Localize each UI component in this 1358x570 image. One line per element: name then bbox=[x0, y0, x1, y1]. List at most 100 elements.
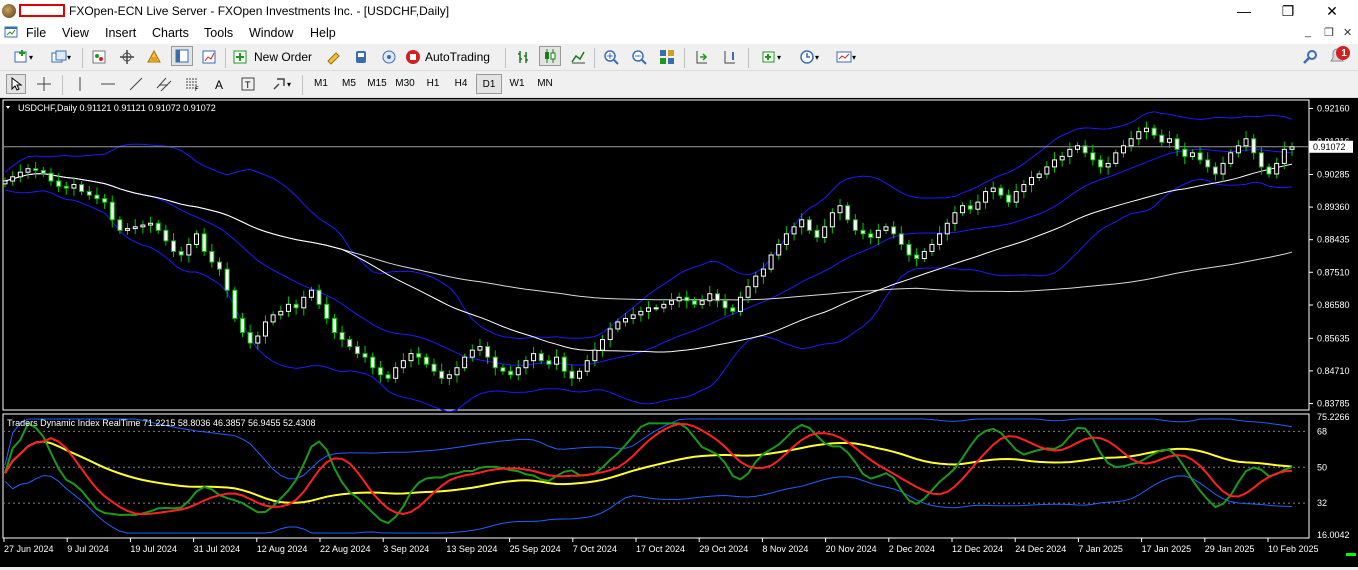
candle-body bbox=[469, 349, 475, 358]
candle-body bbox=[454, 367, 460, 376]
menu-view[interactable]: View bbox=[62, 26, 89, 40]
date-axis-label: 17 Jan 2025 bbox=[1142, 544, 1192, 554]
arrows-icon[interactable]: ▾ bbox=[266, 74, 296, 94]
candlestick-icon[interactable] bbox=[539, 46, 561, 66]
autotrading-icon bbox=[406, 50, 420, 64]
candle-body bbox=[79, 184, 85, 193]
data-window-icon[interactable] bbox=[116, 47, 138, 67]
candle-body bbox=[1174, 138, 1180, 150]
candle-body bbox=[94, 194, 100, 200]
signals-icon[interactable] bbox=[350, 47, 372, 67]
candle-body bbox=[255, 335, 261, 344]
fibonacci-icon[interactable]: F bbox=[182, 74, 202, 94]
indicator-axis-label: 16.0042 bbox=[1317, 530, 1350, 540]
candle-body bbox=[48, 172, 54, 182]
menu-insert[interactable]: Insert bbox=[105, 26, 136, 40]
candle-body bbox=[845, 205, 851, 221]
date-axis-label: 10 Feb 2025 bbox=[1268, 544, 1319, 554]
candle-body bbox=[561, 356, 567, 372]
date-axis-label: 13 Sep 2024 bbox=[446, 544, 497, 554]
candle-body bbox=[776, 243, 782, 256]
templates-icon[interactable]: ▾ bbox=[829, 47, 863, 67]
minimize-button[interactable]: — bbox=[1222, 0, 1266, 23]
menu-charts[interactable]: Charts bbox=[152, 26, 189, 40]
trendline-icon[interactable] bbox=[126, 74, 146, 94]
new-chart-icon[interactable]: ▾ bbox=[6, 47, 40, 67]
timeframe-w1[interactable]: W1 bbox=[504, 74, 530, 94]
svg-text:T: T bbox=[245, 80, 251, 90]
candle-body bbox=[607, 328, 613, 341]
crosshair-icon[interactable] bbox=[34, 74, 54, 94]
navigator-icon[interactable] bbox=[143, 47, 165, 67]
collapse-arrow-icon bbox=[6, 106, 10, 109]
equidistant-channel-icon[interactable] bbox=[154, 74, 174, 94]
timeframe-mn[interactable]: MN bbox=[532, 74, 558, 94]
candle-body bbox=[546, 360, 552, 365]
tile-windows-icon[interactable] bbox=[656, 47, 678, 67]
menu-file[interactable]: File bbox=[26, 26, 46, 40]
search-icon[interactable] bbox=[1300, 47, 1320, 67]
timeframe-m15[interactable]: M15 bbox=[364, 74, 390, 94]
candle-body bbox=[10, 176, 16, 182]
maximize-button[interactable]: ❐ bbox=[1266, 0, 1310, 23]
candle-body bbox=[285, 303, 291, 312]
date-axis-label: 9 Jul 2024 bbox=[67, 544, 109, 554]
menu-tools[interactable]: Tools bbox=[204, 26, 233, 40]
close-button[interactable]: ✕ bbox=[1310, 0, 1354, 23]
notification-count: 1 bbox=[1341, 48, 1347, 59]
zoom-out-icon[interactable] bbox=[628, 47, 650, 67]
candle-body bbox=[906, 243, 912, 256]
line-chart-icon[interactable] bbox=[567, 47, 589, 67]
chart-shift-icon[interactable] bbox=[719, 47, 741, 67]
terminal-icon[interactable] bbox=[171, 46, 193, 66]
market-icon[interactable] bbox=[378, 47, 400, 67]
menu-help[interactable]: Help bbox=[310, 26, 336, 40]
cursor-icon[interactable] bbox=[6, 74, 26, 94]
vertical-line-icon[interactable] bbox=[70, 74, 90, 94]
strategy-tester-icon[interactable] bbox=[198, 47, 220, 67]
timeframe-m1[interactable]: M1 bbox=[308, 74, 334, 94]
scroll-indicator bbox=[1346, 553, 1356, 556]
timeframe-h4[interactable]: H4 bbox=[448, 74, 474, 94]
candle-body bbox=[990, 187, 996, 193]
periods-icon[interactable]: ▾ bbox=[792, 47, 826, 67]
autotrading-button[interactable]: AutoTrading bbox=[405, 47, 499, 67]
candle-body bbox=[186, 243, 192, 256]
timeframe-m30[interactable]: M30 bbox=[392, 74, 418, 94]
new-order-button[interactable]: New Order bbox=[232, 47, 318, 67]
candle-body bbox=[1197, 152, 1203, 161]
candle-body bbox=[852, 219, 858, 231]
timeframe-d1[interactable]: D1 bbox=[476, 74, 502, 94]
text-label-icon[interactable]: T bbox=[238, 74, 258, 94]
candle-body bbox=[791, 226, 797, 235]
timeframe-h1[interactable]: H1 bbox=[420, 74, 446, 94]
candle-body bbox=[714, 293, 720, 302]
menu-window[interactable]: Window bbox=[249, 26, 293, 40]
mdi-minimize-button[interactable]: _ bbox=[1305, 26, 1311, 38]
text-tool-icon[interactable]: A bbox=[210, 74, 230, 94]
timeframe-m5[interactable]: M5 bbox=[336, 74, 362, 94]
zoom-in-icon[interactable] bbox=[600, 47, 622, 67]
candle-body bbox=[385, 374, 391, 379]
candle-body bbox=[898, 233, 904, 245]
chart-window-icon[interactable] bbox=[4, 25, 18, 39]
candle-body bbox=[194, 233, 200, 245]
chart-canvas[interactable]: 0.921600.912160.902850.893600.884350.875… bbox=[0, 98, 1358, 567]
bar-chart-icon[interactable] bbox=[512, 47, 534, 67]
indicators-icon[interactable]: ▾ bbox=[754, 47, 788, 67]
candle-body bbox=[676, 296, 682, 302]
market-watch-icon[interactable] bbox=[88, 47, 110, 67]
price-axis-label: 0.86580 bbox=[1317, 300, 1350, 310]
drawing-toolbar bbox=[0, 71, 1358, 98]
chart-area[interactable]: 0.921600.912160.902850.893600.884350.875… bbox=[0, 98, 1358, 567]
notifications-icon[interactable]: 1 bbox=[1326, 46, 1352, 66]
candle-body bbox=[668, 300, 674, 305]
profiles-icon[interactable]: ▾ bbox=[44, 47, 78, 67]
metaeditor-icon[interactable] bbox=[323, 47, 345, 67]
mdi-restore-button[interactable]: ❐ bbox=[1324, 26, 1334, 39]
autoscroll-icon[interactable] bbox=[691, 47, 713, 67]
candle-body bbox=[914, 254, 920, 260]
horizontal-line-icon[interactable] bbox=[98, 74, 118, 94]
bollinger-middle-line bbox=[4, 148, 1293, 366]
mdi-close-button[interactable]: ✕ bbox=[1343, 26, 1352, 39]
